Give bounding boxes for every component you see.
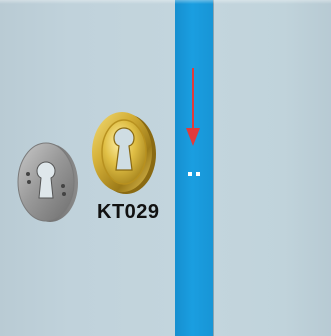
down-arrow-icon: [186, 68, 200, 146]
product-photo: KT029: [0, 0, 331, 336]
silver-escutcheon-rose: [17, 142, 78, 222]
product-code-label: KT029: [97, 201, 160, 223]
dots-marker-icon: [188, 172, 200, 176]
top-highlight: [0, 0, 331, 4]
door-edge-stripe: [175, 0, 213, 336]
door-panel-right: [213, 0, 331, 336]
brass-escutcheon-rose: [92, 112, 156, 194]
